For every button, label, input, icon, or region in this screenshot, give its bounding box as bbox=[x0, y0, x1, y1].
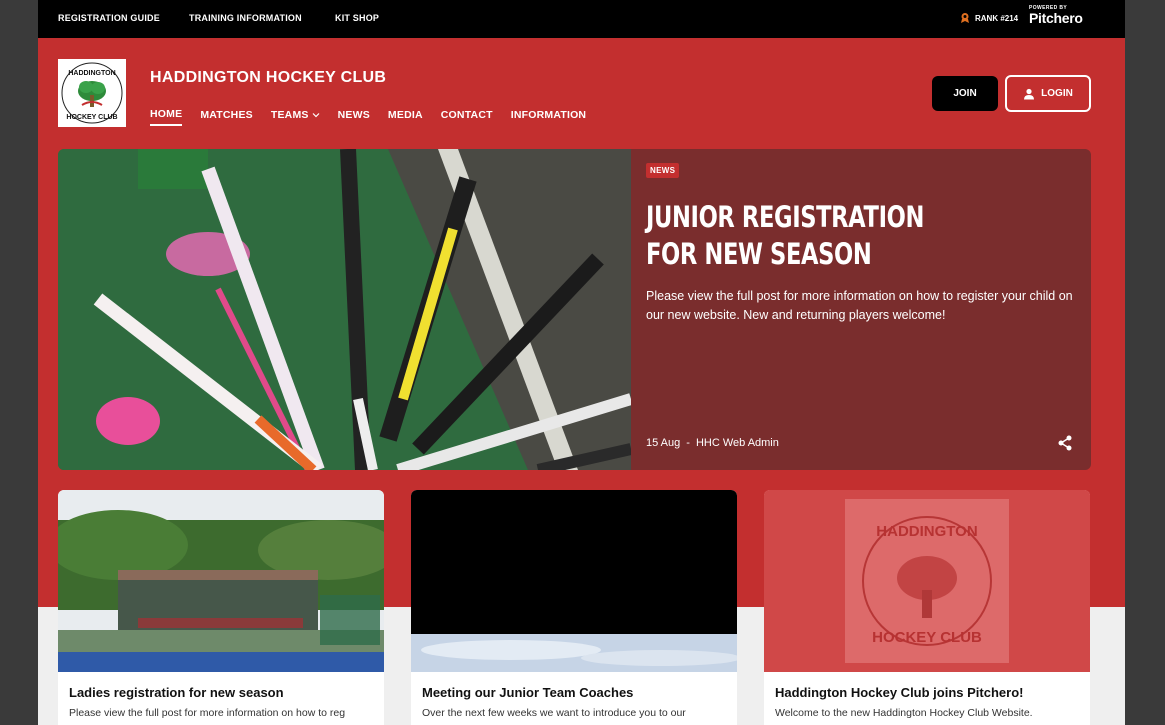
news-badge: NEWS bbox=[646, 163, 680, 178]
top-bar: REGISTRATION GUIDE TRAINING INFORMATION … bbox=[38, 0, 1125, 38]
card-image-dugout bbox=[58, 490, 384, 672]
page-frame: REGISTRATION GUIDE TRAINING INFORMATION … bbox=[38, 0, 1125, 725]
pitchero-brand[interactable]: POWERED BY Pitchero bbox=[1029, 5, 1083, 26]
news-card[interactable]: HADDINGTON HOCKEY CLUB Haddington Hockey… bbox=[764, 490, 1090, 725]
news-card[interactable]: Meeting our Junior Team Coaches Over the… bbox=[411, 490, 737, 725]
hero-article[interactable]: NEWS JUNIOR REGISTRATION FOR NEW SEASON … bbox=[58, 149, 1091, 470]
watermark-top-text: HADDINGTON bbox=[876, 523, 977, 540]
nav-matches[interactable]: MATCHES bbox=[200, 108, 253, 126]
share-icon[interactable] bbox=[1056, 434, 1074, 452]
main-nav: HOME MATCHES TEAMS NEWS MEDIA CONTACT IN… bbox=[150, 108, 586, 126]
card-snippet: Please view the full post for more infor… bbox=[69, 707, 346, 719]
hero-description: Please view the full post for more infor… bbox=[646, 289, 1073, 322]
coaches-photo bbox=[411, 490, 737, 672]
login-button[interactable]: LOGIN bbox=[1005, 75, 1091, 112]
nav-teams[interactable]: TEAMS bbox=[271, 108, 320, 126]
dugout-photo bbox=[58, 490, 384, 672]
news-card[interactable]: Ladies registration for new season Pleas… bbox=[58, 490, 384, 725]
login-label: LOGIN bbox=[1041, 88, 1073, 99]
nav-contact[interactable]: CONTACT bbox=[441, 108, 493, 126]
nav-information[interactable]: INFORMATION bbox=[511, 108, 587, 126]
card-title[interactable]: Ladies registration for new season bbox=[69, 685, 284, 700]
hero-author: HHC Web Admin bbox=[695, 437, 779, 449]
hero-image[interactable] bbox=[58, 149, 631, 470]
hero-date: 15 Aug bbox=[646, 437, 681, 449]
chevron-down-icon bbox=[312, 113, 320, 118]
card-image-club-logo: HADDINGTON HOCKEY CLUB bbox=[764, 490, 1090, 672]
logo-bottom-text: HOCKEY CLUB bbox=[66, 114, 117, 121]
nav-home[interactable]: HOME bbox=[150, 108, 183, 126]
nav-media[interactable]: MEDIA bbox=[388, 108, 423, 126]
club-crest-icon: HADDINGTON HOCKEY CLUB bbox=[61, 62, 123, 124]
rank-text: RANK #214 bbox=[975, 13, 1019, 23]
club-logo-watermark: HADDINGTON HOCKEY CLUB bbox=[764, 490, 1090, 672]
club-logo[interactable]: HADDINGTON HOCKEY CLUB bbox=[58, 59, 126, 127]
rank-badge[interactable]: RANK #214 bbox=[959, 12, 1018, 24]
hockey-sticks-photo bbox=[58, 149, 631, 470]
topbar-link-training-information[interactable]: TRAINING INFORMATION bbox=[189, 13, 302, 23]
meta-separator: - bbox=[686, 437, 690, 449]
topbar-link-registration-guide[interactable]: REGISTRATION GUIDE bbox=[58, 13, 160, 23]
nav-news[interactable]: NEWS bbox=[338, 108, 370, 126]
hero-text-panel: NEWS JUNIOR REGISTRATION FOR NEW SEASON … bbox=[631, 149, 1091, 470]
rank-icon bbox=[961, 13, 969, 23]
topbar-link-kit-shop[interactable]: KIT SHOP bbox=[335, 13, 379, 23]
hero-meta: 15 Aug - HHC Web Admin bbox=[646, 437, 779, 449]
join-button[interactable]: JOIN bbox=[932, 76, 998, 111]
hero-title[interactable]: JUNIOR REGISTRATION FOR NEW SEASON bbox=[646, 199, 958, 273]
club-name[interactable]: HADDINGTON HOCKEY CLUB bbox=[150, 69, 386, 87]
pitchero-logo: Pitchero bbox=[1029, 10, 1083, 26]
nav-teams-label: TEAMS bbox=[270, 109, 309, 121]
logo-top-text: HADDINGTON bbox=[68, 70, 115, 77]
card-snippet: Welcome to the new Haddington Hockey Clu… bbox=[775, 707, 1033, 719]
user-icon bbox=[1024, 88, 1035, 99]
watermark-bottom-text: HOCKEY CLUB bbox=[872, 629, 982, 646]
card-snippet: Over the next few weeks we want to intro… bbox=[422, 707, 686, 719]
card-image-coaches bbox=[411, 490, 737, 672]
card-title[interactable]: Meeting our Junior Team Coaches bbox=[422, 685, 633, 700]
card-title[interactable]: Haddington Hockey Club joins Pitchero! bbox=[775, 685, 1023, 700]
